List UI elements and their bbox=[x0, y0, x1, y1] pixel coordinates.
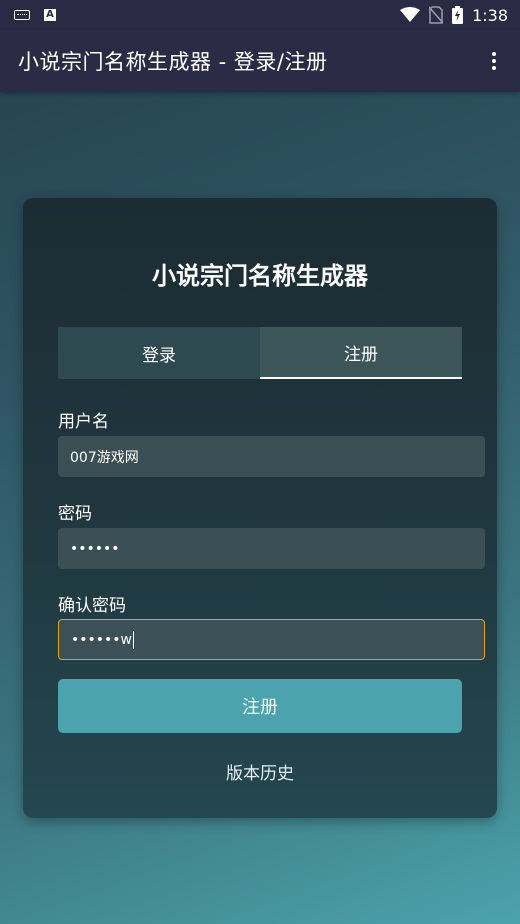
battery-charging-icon bbox=[452, 6, 464, 24]
version-history-link[interactable]: 版本历史 bbox=[23, 759, 497, 784]
text-caret bbox=[133, 630, 134, 649]
no-sim-icon bbox=[429, 6, 444, 24]
username-label: 用户名 bbox=[58, 412, 109, 432]
app-bar: 小说宗门名称生成器 - 登录/注册 bbox=[0, 30, 520, 92]
tab-register[interactable]: 注册 bbox=[260, 327, 462, 379]
tab-login[interactable]: 登录 bbox=[58, 327, 260, 379]
username-field[interactable]: 007游戏网 bbox=[58, 436, 485, 477]
menu-dot bbox=[492, 59, 496, 63]
status-left: A bbox=[14, 9, 56, 21]
status-right: 1:38 bbox=[400, 6, 508, 25]
card-title: 小说宗门名称生成器 bbox=[152, 262, 368, 290]
password-field[interactable]: •••••• bbox=[58, 528, 485, 569]
confirm-password-label: 确认密码 bbox=[58, 596, 126, 616]
password-label: 密码 bbox=[58, 504, 92, 524]
menu-dot bbox=[492, 52, 496, 56]
wifi-icon bbox=[400, 7, 421, 22]
register-button[interactable]: 注册 bbox=[58, 679, 462, 733]
auth-tabs: 登录 注册 bbox=[58, 327, 462, 379]
auth-card: 小说宗门名称生成器 登录 注册 用户名 007游戏网 密码 •••••• 确认密… bbox=[23, 198, 497, 818]
confirm-password-field[interactable]: ••••••w bbox=[58, 619, 485, 660]
more-vert-icon[interactable] bbox=[482, 49, 506, 73]
username-value: 007游戏网 bbox=[70, 449, 139, 466]
menu-dot bbox=[492, 66, 496, 70]
keyboard-icon bbox=[14, 10, 30, 20]
a-notification-icon: A bbox=[44, 9, 56, 21]
confirm-password-value: ••••••w bbox=[71, 631, 132, 648]
password-value: •••••• bbox=[70, 540, 120, 557]
status-bar: A 1:38 bbox=[0, 0, 520, 30]
app-title: 小说宗门名称生成器 - 登录/注册 bbox=[18, 50, 328, 74]
status-time: 1:38 bbox=[472, 5, 508, 25]
